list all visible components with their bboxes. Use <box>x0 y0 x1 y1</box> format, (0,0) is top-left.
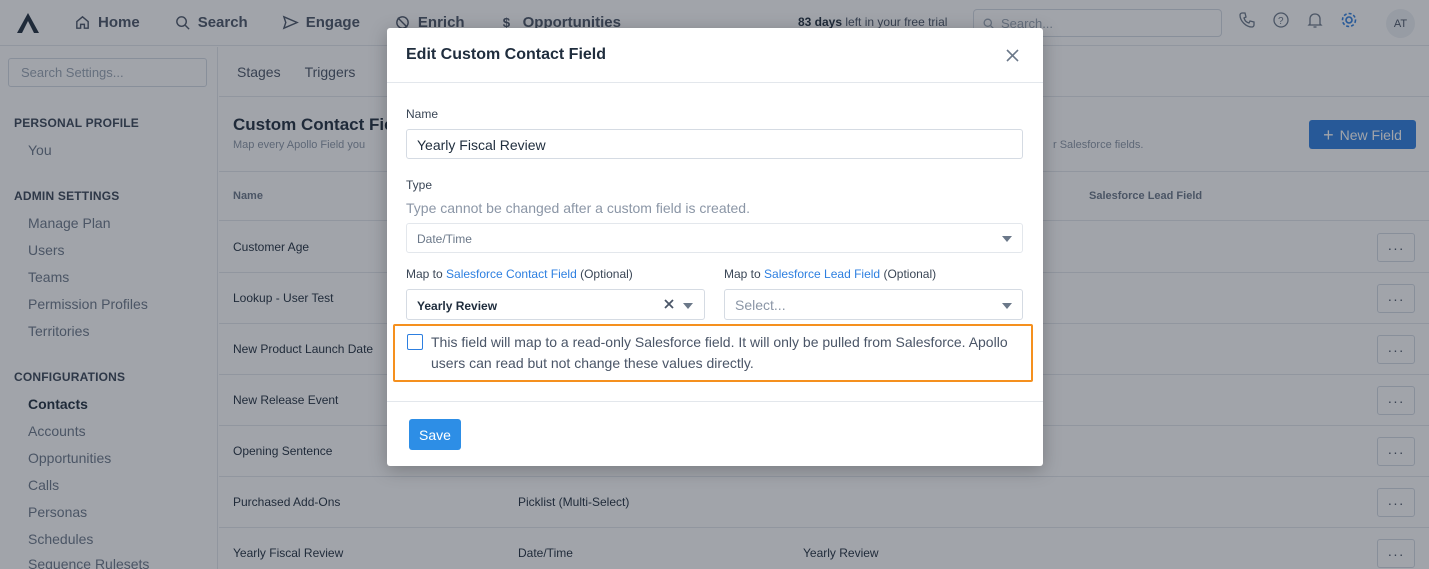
name-label: Name <box>406 107 439 121</box>
chevron-down-icon <box>1002 303 1012 309</box>
modal-header: Edit Custom Contact Field <box>387 28 1043 83</box>
readonly-checkbox[interactable] <box>407 334 423 350</box>
type-select-value: Date/Time <box>417 232 472 246</box>
salesforce-contact-field-link[interactable]: Salesforce Contact Field <box>446 267 577 281</box>
type-label: Type <box>406 178 433 192</box>
contact-field-label: Map to Salesforce Contact Field (Optiona… <box>406 267 633 281</box>
close-button[interactable] <box>1002 45 1022 65</box>
salesforce-lead-field-link[interactable]: Salesforce Lead Field <box>764 267 880 281</box>
readonly-checkbox-label[interactable]: This field will map to a read-only Sales… <box>431 332 1021 374</box>
chevron-down-icon <box>1002 236 1012 242</box>
modal-title: Edit Custom Contact Field <box>406 46 606 63</box>
chevron-down-icon <box>683 303 693 309</box>
edit-custom-field-modal: Edit Custom Contact Field Name Yearly Fi… <box>387 28 1043 466</box>
lead-field-select[interactable]: Select... <box>724 289 1023 320</box>
type-select: Date/Time <box>406 223 1023 253</box>
lead-field-label-suffix: (Optional) <box>880 267 937 281</box>
lead-field-label-prefix: Map to <box>724 267 765 281</box>
close-icon <box>1005 48 1019 62</box>
clear-icon[interactable] <box>663 298 675 310</box>
save-button[interactable]: Save <box>409 419 461 450</box>
contact-field-value: Yearly Review <box>417 299 498 313</box>
name-input[interactable]: Yearly Fiscal Review <box>406 129 1023 159</box>
lead-field-label: Map to Salesforce Lead Field (Optional) <box>724 267 936 281</box>
contact-field-label-prefix: Map to <box>406 267 447 281</box>
type-note: Type cannot be changed after a custom fi… <box>406 200 750 216</box>
lead-field-placeholder: Select... <box>735 297 786 313</box>
contact-field-label-suffix: (Optional) <box>576 267 633 281</box>
contact-field-select[interactable]: Yearly Review <box>406 289 705 320</box>
modal-footer: Save <box>387 401 1043 466</box>
